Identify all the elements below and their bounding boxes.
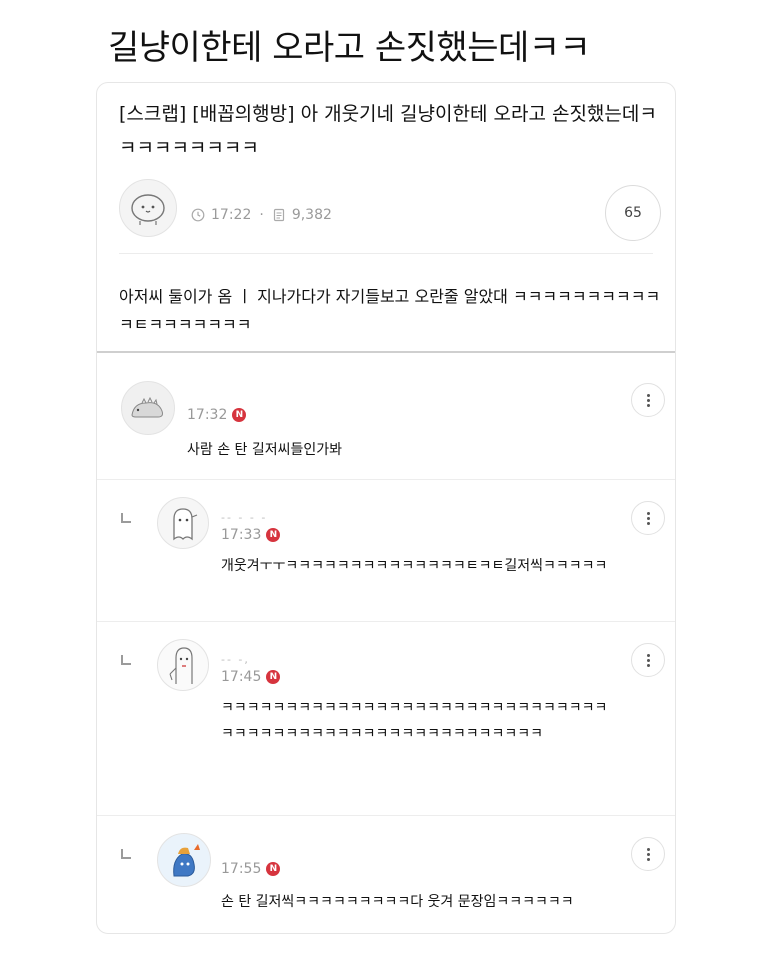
comment-avatar[interactable]	[157, 639, 209, 691]
comment-time: 17:32 N	[187, 407, 247, 423]
comments-divider	[97, 351, 675, 353]
comment-nickname: -- - - -	[221, 511, 268, 524]
post-body: 아저씨 둘이가 옴 ㅣ 지나가다가 자기들보고 오란줄 알았대 ㅋㅋㅋㅋㅋㅋㅋㅋ…	[119, 287, 661, 334]
more-vertical-icon[interactable]	[631, 643, 665, 677]
mascot-icon	[173, 844, 200, 877]
more-vertical-icon[interactable]	[631, 837, 665, 871]
comment-time: 17:45 N	[221, 669, 281, 685]
comment-separator	[97, 479, 675, 480]
comment-time: 17:33 N	[221, 527, 281, 543]
character-icon	[169, 647, 193, 684]
reply-arrow-icon	[121, 513, 131, 523]
comment-time: 17:55 N	[221, 861, 281, 877]
more-vertical-icon[interactable]	[631, 501, 665, 535]
comment-nickname: -- -,	[221, 653, 250, 666]
comment-avatar[interactable]	[157, 833, 211, 887]
post-views: 9,382	[291, 207, 332, 223]
comment-time-text: 17:32	[187, 407, 228, 423]
meta-separator: ·	[259, 207, 264, 223]
reply-arrow-icon	[121, 849, 131, 859]
author-avatar[interactable]	[119, 179, 177, 237]
comment-separator	[97, 815, 675, 816]
reply-arrow-icon	[121, 655, 131, 665]
new-badge: N	[266, 528, 281, 542]
comment-text: ㅋㅋㅋㅋㅋㅋㅋㅋㅋㅋㅋㅋㅋㅋㅋㅋㅋㅋㅋㅋㅋㅋㅋㅋㅋㅋㅋㅋㅋㅋㅋㅋㅋㅋㅋㅋㅋㅋㅋㅋ…	[221, 700, 608, 742]
comment-count-button[interactable]: 65	[605, 185, 661, 241]
more-vertical-icon[interactable]	[631, 383, 665, 417]
comment-text: 사람 손 탄 길저씨들인가봐	[187, 442, 343, 458]
post-time: 17:22	[211, 207, 252, 223]
post-card: [스크랩] [배꼽의행방] 아 개웃기네 길냥이한테 오라고 손짓했는데ㅋㅋㅋㅋ…	[96, 82, 676, 934]
comment-time-text: 17:45	[221, 669, 262, 685]
new-badge: N	[266, 862, 281, 876]
comment-separator	[97, 621, 675, 622]
comment-avatar[interactable]	[157, 497, 209, 549]
page-headline: 길냥이한테 오라고 손짓했는데ㅋㅋ	[108, 28, 591, 68]
dino-icon	[131, 396, 163, 418]
new-badge: N	[232, 408, 247, 422]
document-icon	[273, 208, 284, 222]
ghost-icon	[173, 508, 198, 541]
clock-icon	[191, 208, 205, 222]
post-title[interactable]: [스크랩] [배꼽의행방] 아 개웃기네 길냥이한테 오라고 손짓했는데ㅋㅋㅋㅋ…	[119, 97, 659, 165]
comment-text: 손 탄 길저씩ㅋㅋㅋㅋㅋㅋㅋㅋㅋ다 웃겨 문장임ㅋㅋㅋㅋㅋㅋ	[221, 894, 574, 910]
new-badge: N	[266, 670, 281, 684]
comment-text: 개웃겨ㅜㅜㅋㅋㅋㅋㅋㅋㅋㅋㅋㅋㅋㅋㅋㅋㅌㅋㅌ길저씩ㅋㅋㅋㅋㅋ	[221, 558, 608, 574]
comment-avatar[interactable]	[121, 381, 175, 435]
divider	[119, 253, 653, 254]
comment-time-text: 17:55	[221, 861, 262, 877]
comment-time-text: 17:33	[221, 527, 262, 543]
post-meta: 17:22 · 9,382	[191, 207, 332, 223]
face-icon	[131, 194, 165, 225]
